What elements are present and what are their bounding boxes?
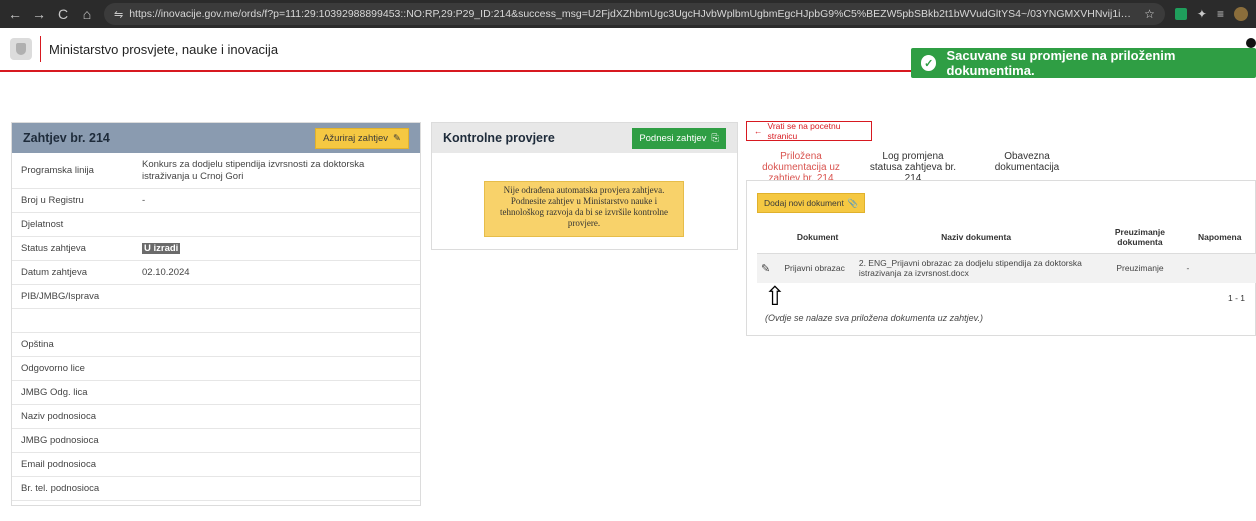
- zahtjev-row-label: Programska linija: [21, 165, 94, 176]
- zahtjev-row-label: Naziv podnosioca: [21, 411, 96, 422]
- zahtjev-row: Status zahtjeva U izradi: [12, 237, 420, 261]
- reload-icon[interactable]: C: [56, 7, 70, 21]
- header-divider: [40, 36, 41, 62]
- zahtjev-row-label: Odgovorno lice: [21, 363, 85, 374]
- zahtjev-row: Broj u Registru -: [12, 189, 420, 213]
- home-icon[interactable]: ⌂: [80, 7, 94, 21]
- up-arrow-cursor-icon: ⇧: [764, 281, 786, 311]
- zahtjev-title: Zahtjev br. 214: [23, 131, 110, 145]
- forward-arrow-icon[interactable]: →: [32, 7, 46, 21]
- menu-icon[interactable]: ≡: [1217, 7, 1224, 21]
- docs-table: Dokument Naziv dokumenta Preuzimanje dok…: [757, 221, 1256, 283]
- zahtjev-row-label: JMBG podnosioca: [21, 435, 99, 446]
- zahtjev-row-value: Konkurs za dodjelu stipendija izvrsnosti…: [142, 158, 365, 182]
- zahtjev-row: PIB/JMBG/Isprava: [12, 285, 420, 309]
- zahtjev-row-value: U izradi: [142, 242, 411, 255]
- docs-panel: Dodaj novi dokument 📎 Dokument Naziv dok…: [746, 180, 1256, 336]
- check-icon: ✓: [921, 55, 937, 71]
- browser-toolbar: ← → C ⌂ ⇋ https://inovacije.gov.me/ords/…: [0, 0, 1256, 28]
- zahtjev-row: Email podnosioca: [12, 453, 420, 477]
- zahtjev-row-label: Opština: [21, 339, 54, 350]
- crest-logo-icon: [10, 38, 32, 60]
- update-request-label: Ažuriraj zahtjev: [323, 132, 389, 144]
- zahtjev-row: JMBG Odg. lica: [12, 381, 420, 405]
- toast-message: Sacuvane su promjene na priloženim dokum…: [946, 48, 1176, 78]
- col-naziv: Naziv dokumenta: [854, 221, 1098, 254]
- doc-dokument: Prijavni obrazac: [780, 253, 855, 283]
- pagination: 1 - 1: [1227, 293, 1245, 303]
- zahtjev-rows: Programska linija Konkurs za dodjelu stip…: [12, 153, 420, 501]
- zahtjev-row: Odgovorno lice: [12, 357, 420, 381]
- url-text[interactable]: https://inovacije.gov.me/ords/f?p=111:29…: [129, 8, 1138, 20]
- zahtjev-row-value: -: [142, 194, 146, 206]
- extension-icon[interactable]: [1174, 8, 1187, 20]
- paperclip-icon: 📎: [847, 197, 859, 208]
- zahtjev-row: Datum zahtjeva 02.10.2024: [12, 261, 420, 285]
- site-info-icon[interactable]: ⇋: [114, 8, 123, 21]
- success-toast[interactable]: ✓ Sacuvane su promjene na priloženim dok…: [911, 48, 1256, 78]
- zahtjev-row: Opština: [12, 333, 420, 357]
- zahtjev-row-label: PIB/JMBG/Isprava: [21, 291, 100, 302]
- kontrolne-title: Kontrolne provjere: [443, 131, 555, 145]
- back-to-home-button[interactable]: ← Vrati se na pocetnu stranicu: [746, 121, 872, 141]
- zahtjev-row: Djelatnost: [12, 213, 420, 237]
- zahtjev-row-value: 02.10.2024: [142, 266, 190, 278]
- zahtjev-row: Naziv podnosioca: [12, 405, 420, 429]
- update-request-button[interactable]: Ažuriraj zahtjev ✎: [315, 127, 409, 149]
- submit-icon: ⎘: [711, 132, 719, 144]
- kontrolne-notice: Nije odrađena automatska provjera zahtje…: [484, 181, 684, 237]
- add-document-label: Dodaj novi dokument: [764, 198, 844, 208]
- back-to-home-label: Vrati se na pocetnu stranicu: [767, 121, 841, 141]
- kontrolne-panel: Kontrolne provjere Podnesi zahtjev ⎘ Nij…: [431, 122, 738, 250]
- zahtjev-row: Programska linija Konkurs za dodjelu stip…: [12, 153, 420, 189]
- zahtjev-row: JMBG podnosioca: [12, 429, 420, 453]
- download-link[interactable]: Preuzimanje: [1097, 253, 1183, 283]
- zahtjev-panel: Zahtjev br. 214 Ažuriraj zahtjev ✎ Progr…: [11, 122, 421, 506]
- zahtjev-row-label: Status zahtjeva: [21, 243, 86, 254]
- zahtjev-row-label: JMBG Odg. lica: [21, 387, 88, 398]
- kontrolne-header: Kontrolne provjere Podnesi zahtjev ⎘: [432, 123, 737, 153]
- puzzle-icon[interactable]: ✦: [1197, 7, 1207, 21]
- zahtjev-row-label: Email podnosioca: [21, 459, 96, 470]
- status-badge: U izradi: [142, 242, 181, 254]
- profile-avatar[interactable]: [1234, 7, 1248, 21]
- zahtjev-row-label: Broj u Registru: [21, 195, 84, 206]
- zahtjev-row-label: Datum zahtjeva: [21, 267, 88, 278]
- col-dokument: Dokument: [780, 221, 855, 254]
- back-arrow-icon[interactable]: ←: [8, 7, 22, 21]
- app-title: Ministarstvo prosvjete, nauke i inovacij…: [49, 41, 279, 57]
- address-bar[interactable]: ⇋ https://inovacije.gov.me/ords/f?p=111:…: [104, 3, 1165, 25]
- zahtjev-row-label: Br. tel. podnosioca: [21, 483, 100, 494]
- doc-napomena: -: [1182, 253, 1256, 283]
- zahtjev-row: [12, 309, 420, 333]
- zahtjev-row: Br. tel. podnosioca: [12, 477, 420, 501]
- docs-note: (Ovdje se nalaze sva priložena dokumenta…: [765, 313, 983, 323]
- edit-pencil-icon[interactable]: ✎: [757, 253, 781, 283]
- table-row: ✎ Prijavni obrazac 2. ENG_Prijavni obraz…: [757, 253, 1256, 283]
- zahtjev-row-label: Djelatnost: [21, 219, 64, 230]
- bookmark-star-icon[interactable]: ☆: [1144, 7, 1155, 21]
- toast-close-dot[interactable]: [1246, 38, 1256, 48]
- add-document-button[interactable]: Dodaj novi dokument 📎: [757, 193, 866, 213]
- submit-request-button[interactable]: Podnesi zahtjev ⎘: [632, 127, 726, 149]
- submit-request-label: Podnesi zahtjev: [639, 132, 707, 144]
- col-napomena: Napomena: [1182, 221, 1256, 254]
- edit-icon: ✎: [393, 132, 401, 144]
- col-edit: [757, 221, 781, 254]
- doc-naziv: 2. ENG_Prijavni obrazac za dodjelu stipe…: [854, 253, 1098, 283]
- col-preuzimanje: Preuzimanje dokumenta: [1097, 221, 1183, 254]
- left-arrow-icon: ←: [754, 126, 763, 136]
- zahtjev-header: Zahtjev br. 214 Ažuriraj zahtjev ✎: [12, 123, 420, 153]
